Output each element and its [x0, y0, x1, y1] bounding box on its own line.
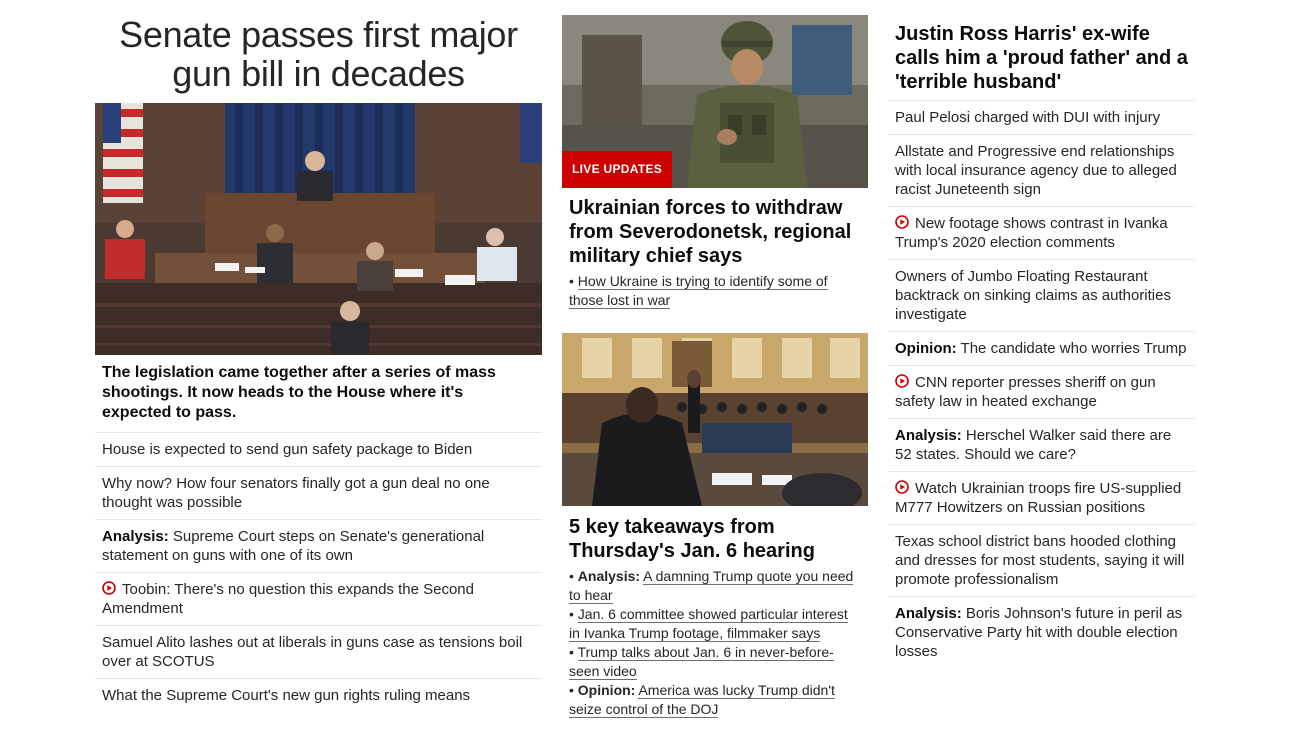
right-headline[interactable]: Justin Ross Harris' ex-wife calls him a … [888, 0, 1195, 100]
analysis-label: Analysis: [895, 427, 962, 444]
ukraine-headline[interactable]: Ukrainian forces to withdraw from Severo… [562, 188, 868, 272]
list-item[interactable]: Paul Pelosi charged with DUI with injury [888, 100, 1195, 134]
list-item[interactable]: New footage shows contrast in Ivanka Tru… [888, 206, 1195, 259]
list-item-text[interactable]: What the Supreme Court's new gun rights … [102, 687, 470, 704]
bullet-item: • Analysis: A damning Trump quote you ne… [569, 568, 854, 604]
list-item-text[interactable]: Owners of Jumbo Floating Restaurant back… [895, 268, 1171, 323]
opinion-label: Opinion: [895, 340, 957, 357]
list-item-text[interactable]: House is expected to send gun safety pac… [102, 441, 472, 458]
lead-headline[interactable]: Senate passes first major gun bill in de… [95, 15, 542, 93]
list-item[interactable]: What the Supreme Court's new gun rights … [95, 678, 542, 712]
live-updates-badge[interactable]: LIVE UPDATES [562, 151, 673, 188]
list-item[interactable]: CNN reporter presses sheriff on gun safe… [888, 365, 1195, 418]
analysis-label: Analysis: [895, 605, 962, 622]
jan6-headline[interactable]: 5 key takeaways from Thursday's Jan. 6 h… [562, 506, 868, 567]
bullet-link[interactable]: Trump talks about Jan. 6 in never-before… [569, 644, 834, 680]
bullet-link[interactable]: Jan. 6 committee showed particular inter… [569, 606, 848, 642]
list-item[interactable]: Opinion: The candidate who worries Trump [888, 331, 1195, 365]
list-item[interactable]: Allstate and Progressive end relationshi… [888, 134, 1195, 206]
senate-floor-photo[interactable] [95, 103, 542, 355]
senate-photo-art [95, 103, 542, 355]
list-item[interactable]: Owners of Jumbo Floating Restaurant back… [888, 259, 1195, 331]
analysis-label: Analysis: [577, 568, 641, 584]
list-item[interactable]: Why now? How four senators finally got a… [95, 466, 542, 519]
list-item[interactable]: Watch Ukrainian troops fire US-supplied … [888, 471, 1195, 524]
list-item[interactable]: Texas school district bans hooded clothi… [888, 524, 1195, 596]
list-item-text[interactable]: CNN reporter presses sheriff on gun safe… [895, 374, 1156, 410]
opinion-label: Opinion: [577, 682, 636, 698]
play-circle-icon [895, 374, 909, 388]
list-item-text[interactable]: Why now? How four senators finally got a… [102, 475, 490, 511]
bullet-item: • Opinion: America was lucky Trump didn'… [569, 682, 835, 718]
right-column: Justin Ross Harris' ex-wife calls him a … [888, 0, 1195, 668]
play-circle-icon [895, 480, 909, 494]
lead-related-list: House is expected to send gun safety pac… [95, 432, 542, 712]
list-item-text[interactable]: Samuel Alito lashes out at liberals in g… [102, 634, 522, 670]
list-item-text[interactable]: Watch Ukrainian troops fire US-supplied … [895, 480, 1181, 516]
center-column: LIVE UPDATES Ukrainian forces to withdra… [562, 15, 868, 719]
hearing-photo-art [562, 333, 868, 506]
right-list: Paul Pelosi charged with DUI with injury… [888, 100, 1195, 668]
list-item-text[interactable]: Paul Pelosi charged with DUI with injury [895, 109, 1160, 126]
lead-story-column: Senate passes first major gun bill in de… [95, 0, 542, 712]
list-item[interactable]: Analysis: Supreme Court steps on Senate'… [95, 519, 542, 572]
ukraine-soldier-photo[interactable]: LIVE UPDATES [562, 15, 868, 188]
list-item[interactable]: Analysis: Boris Johnson's future in peri… [888, 596, 1195, 668]
list-item-text[interactable]: Toobin: There's no question this expands… [102, 581, 474, 617]
lead-description[interactable]: The legislation came together after a se… [95, 355, 542, 432]
bullet-item: • How Ukraine is trying to identify some… [569, 273, 828, 309]
list-item[interactable]: House is expected to send gun safety pac… [95, 432, 542, 466]
play-circle-icon [895, 215, 909, 229]
bullet-link[interactable]: How Ukraine is trying to identify some o… [569, 273, 828, 309]
list-item-text[interactable]: Texas school district bans hooded clothi… [895, 533, 1184, 588]
list-item[interactable]: Toobin: There's no question this expands… [95, 572, 542, 625]
list-item-text[interactable]: Allstate and Progressive end relationshi… [895, 143, 1177, 198]
bullet-item: • Jan. 6 committee showed particular int… [569, 606, 848, 642]
list-item-text[interactable]: The candidate who worries Trump [957, 340, 1187, 357]
list-item-text[interactable]: New footage shows contrast in Ivanka Tru… [895, 215, 1168, 251]
ukraine-bullets: • How Ukraine is trying to identify some… [562, 272, 868, 310]
list-item[interactable]: Samuel Alito lashes out at liberals in g… [95, 625, 542, 678]
jan6-bullets: • Analysis: A damning Trump quote you ne… [562, 567, 868, 719]
analysis-label: Analysis: [102, 528, 169, 545]
play-circle-icon [102, 581, 116, 595]
bullet-item: • Trump talks about Jan. 6 in never-befo… [569, 644, 834, 680]
jan6-hearing-photo[interactable] [562, 333, 868, 506]
list-item[interactable]: Analysis: Herschel Walker said there are… [888, 418, 1195, 471]
